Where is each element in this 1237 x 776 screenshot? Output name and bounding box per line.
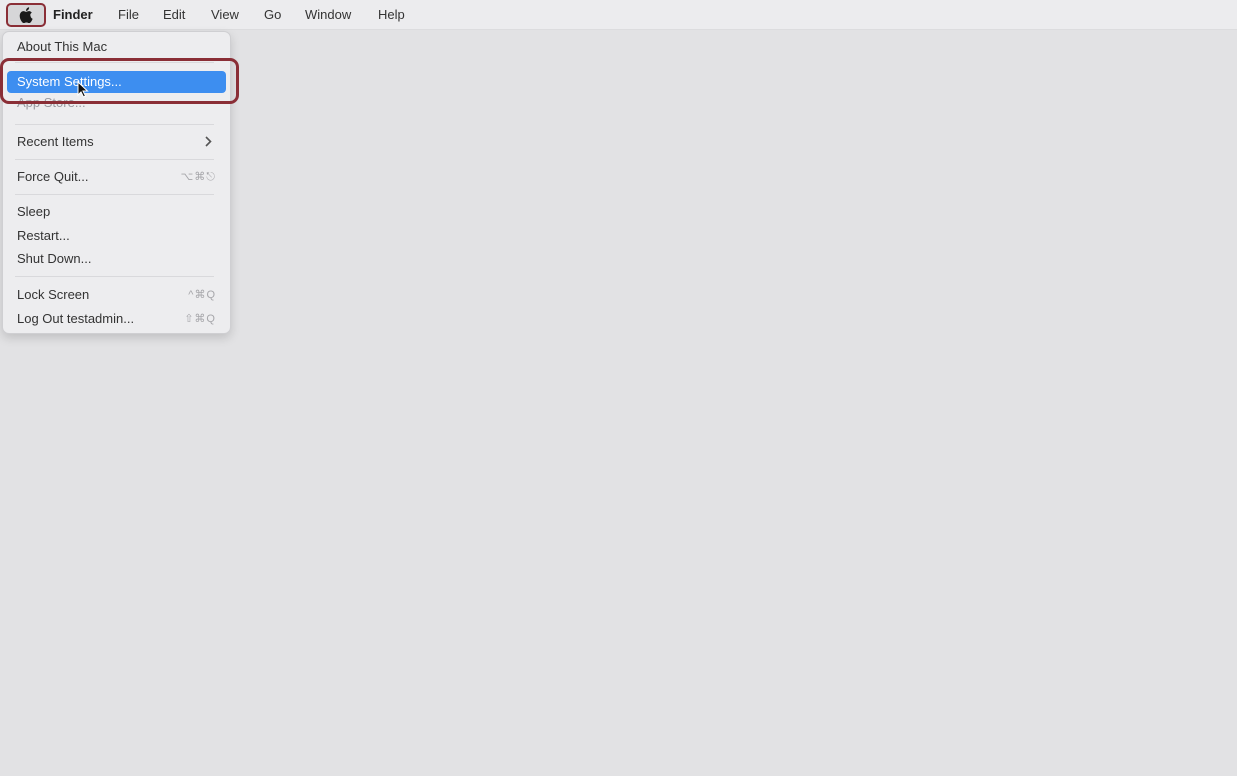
menu-separator — [15, 124, 214, 125]
menu-item-label: Sleep — [17, 204, 51, 219]
menu-item-about-this-mac[interactable]: About This Mac — [7, 36, 226, 58]
menu-window[interactable]: Window — [305, 7, 351, 23]
menu-item-lock-screen[interactable]: Lock Screen ^⌘Q — [7, 284, 226, 306]
menu-edit[interactable]: Edit — [163, 7, 185, 23]
menu-separator — [15, 276, 214, 277]
apple-menu-button[interactable] — [6, 3, 46, 27]
apple-logo-icon — [19, 7, 33, 23]
chevron-right-icon — [205, 136, 212, 147]
menu-item-shortcut: ⇧⌘Q — [184, 313, 216, 325]
menu-help[interactable]: Help — [378, 7, 405, 23]
menu-file[interactable]: File — [118, 7, 139, 23]
menu-separator — [15, 194, 214, 195]
menu-item-log-out[interactable]: Log Out testadmin... ⇧⌘Q — [7, 308, 226, 330]
menu-item-shut-down[interactable]: Shut Down... — [7, 248, 226, 270]
menu-item-shortcut: ⌥⌘⎋ — [180, 171, 216, 183]
menu-go[interactable]: Go — [264, 7, 281, 23]
annotation-highlight-box — [0, 58, 239, 104]
menu-item-shortcut: ^⌘Q — [188, 289, 216, 301]
menu-item-label: Shut Down... — [17, 251, 92, 266]
menu-item-label: Log Out testadmin... — [17, 311, 135, 326]
menu-finder[interactable]: Finder — [53, 7, 93, 23]
pointer-cursor-icon — [77, 81, 89, 98]
desktop: Finder File Edit View Go Window Help Abo… — [0, 0, 1237, 776]
menu-item-label: About This Mac — [17, 39, 108, 54]
menu-item-label: Force Quit... — [17, 169, 89, 184]
menu-item-force-quit[interactable]: Force Quit... ⌥⌘⎋ — [7, 166, 226, 188]
menu-item-restart[interactable]: Restart... — [7, 225, 226, 247]
menu-view[interactable]: View — [211, 7, 239, 23]
menu-item-sleep[interactable]: Sleep — [7, 201, 226, 223]
menu-bar: Finder File Edit View Go Window Help — [0, 0, 1237, 30]
menu-item-label: Lock Screen — [17, 287, 90, 302]
menu-item-recent-items[interactable]: Recent Items — [7, 131, 226, 153]
menu-item-label: Recent Items — [17, 134, 94, 149]
menu-separator — [15, 159, 214, 160]
menu-item-label: Restart... — [17, 228, 70, 243]
